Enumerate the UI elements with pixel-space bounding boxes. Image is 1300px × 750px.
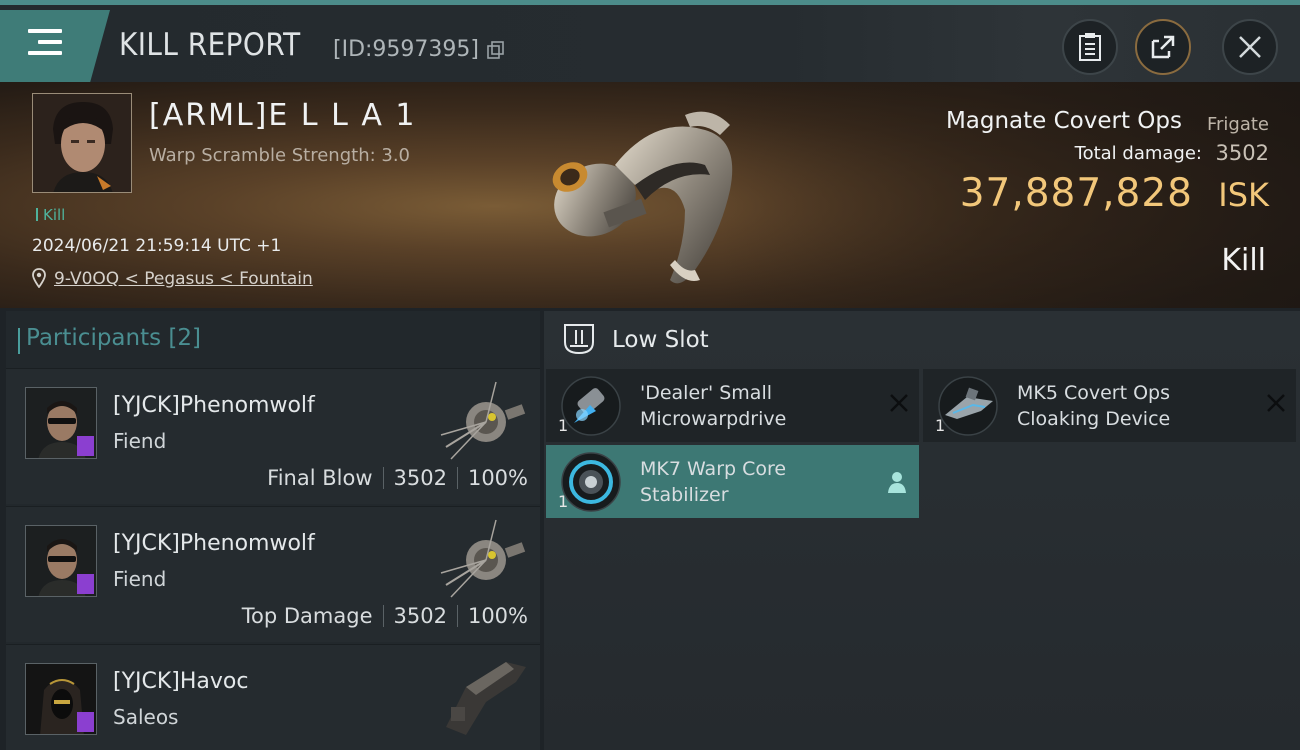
location-pin-icon — [32, 268, 46, 288]
report-type: Kill — [1221, 243, 1266, 278]
destroyed-icon — [890, 394, 908, 412]
participant-damage: 3502 — [393, 604, 447, 628]
participants-count: [2] — [168, 325, 202, 351]
menu-button[interactable] — [0, 10, 110, 82]
faction-badge-icon — [77, 712, 94, 732]
low-slot-icon — [564, 324, 594, 355]
share-icon — [1151, 35, 1175, 59]
low-slot-title: Low Slot — [612, 327, 709, 353]
destroyed-icon — [1267, 394, 1285, 412]
participant-ship: Fiend — [113, 429, 167, 453]
menu-icon — [28, 29, 62, 33]
copy-icon[interactable] — [487, 41, 505, 59]
participant-ship: Fiend — [113, 567, 167, 591]
participant-row[interactable]: [YJCK]Phenomwolf Fiend Final Blow 3502 1… — [6, 368, 540, 504]
participant-row[interactable]: [YJCK]Havoc Saleos — [6, 644, 540, 750]
faction-badge-icon — [77, 574, 94, 594]
total-damage-label: Total damage: — [1074, 143, 1202, 164]
module-quantity: 1 — [935, 416, 946, 435]
warp-core-stabilizer-icon — [561, 452, 621, 512]
share-button[interactable] — [1135, 19, 1191, 75]
dropped-person-icon — [888, 472, 906, 493]
module-item[interactable]: 1 MK5 Covert Ops Cloaking Device — [923, 369, 1296, 442]
header-bar: KILL REPORT [ID:9597395] — [0, 0, 1300, 82]
victim-ship-class: Frigate — [1206, 114, 1269, 135]
cloaking-device-icon — [938, 376, 998, 436]
module-name: 'Dealer' Small Microwarpdrive — [640, 382, 787, 430]
victim-portrait[interactable] — [32, 93, 132, 193]
warp-scramble-strength: Warp Scramble Strength: 3.0 — [149, 145, 411, 166]
participant-ship: Saleos — [113, 705, 179, 729]
participant-stats: Final Blow 3502 100% — [267, 466, 528, 490]
avatar[interactable] — [25, 663, 97, 735]
module-name: MK5 Covert Ops Cloaking Device — [1017, 382, 1171, 430]
module-item[interactable]: 1 'Dealer' Small Microwarpdrive — [546, 369, 919, 442]
microwarpdrive-icon — [561, 376, 621, 436]
isk-unit: ISK — [1218, 176, 1269, 214]
close-button[interactable] — [1222, 19, 1278, 75]
participant-name[interactable]: [YJCK]Phenomwolf — [113, 393, 315, 418]
participants-title: Participants [2] — [17, 325, 202, 354]
kill-tag: Kill — [36, 206, 65, 224]
total-damage-value: 3502 — [1215, 141, 1269, 165]
report-button[interactable] — [1062, 19, 1118, 75]
participant-damage: 3502 — [393, 466, 447, 490]
victim-name[interactable]: [ARML]E L L A 1 — [149, 98, 417, 133]
clipboard-icon — [1079, 33, 1101, 61]
low-slot-panel: Low Slot 1 'Dealer' Small Microwarpdrive — [544, 311, 1300, 750]
module-quantity: 1 — [558, 492, 569, 511]
module-name: MK7 Warp Core Stabilizer — [640, 458, 787, 506]
character-portrait-icon — [33, 94, 131, 192]
participants-panel: Participants [2] [YJCK]Phenomwolf Fiend — [6, 311, 540, 750]
participant-role: Top Damage — [241, 604, 373, 628]
fiend-ship-icon — [440, 381, 526, 460]
victim-ship-name[interactable]: Magnate Covert Ops — [946, 108, 1182, 134]
isk-value: 37,887,828 — [959, 171, 1193, 216]
kill-id: [ID:9597395] — [333, 37, 479, 62]
participant-row[interactable]: [YJCK]Phenomwolf Fiend Top Damage 3502 1… — [6, 506, 540, 642]
page-title: KILL REPORT — [119, 27, 301, 63]
faction-badge-icon — [77, 436, 94, 456]
participant-percent: 100% — [467, 466, 528, 490]
fiend-ship-icon — [440, 519, 526, 598]
avatar[interactable] — [25, 525, 97, 597]
saleos-ship-icon — [446, 662, 526, 735]
participant-percent: 100% — [467, 604, 528, 628]
low-slot-header: Low Slot — [544, 311, 1300, 369]
victim-ship-image[interactable] — [535, 95, 765, 295]
kill-datetime: 2024/06/21 21:59:14 UTC +1 — [32, 236, 282, 256]
close-icon — [1239, 36, 1261, 58]
location-link[interactable]: 9-V0OQ < Pegasus < Fountain — [54, 269, 313, 289]
participant-role: Final Blow — [267, 466, 373, 490]
module-quantity: 1 — [558, 416, 569, 435]
participant-name[interactable]: [YJCK]Phenomwolf — [113, 531, 315, 556]
kill-report-screen: KILL REPORT [ID:9597395] [ARML]E L L A 1… — [0, 0, 1300, 750]
avatar[interactable] — [25, 387, 97, 459]
participant-name[interactable]: [YJCK]Havoc — [113, 669, 248, 694]
module-item[interactable]: 1 MK7 Warp Core Stabilizer — [546, 445, 919, 518]
participant-stats: Top Damage 3502 100% — [242, 604, 528, 628]
